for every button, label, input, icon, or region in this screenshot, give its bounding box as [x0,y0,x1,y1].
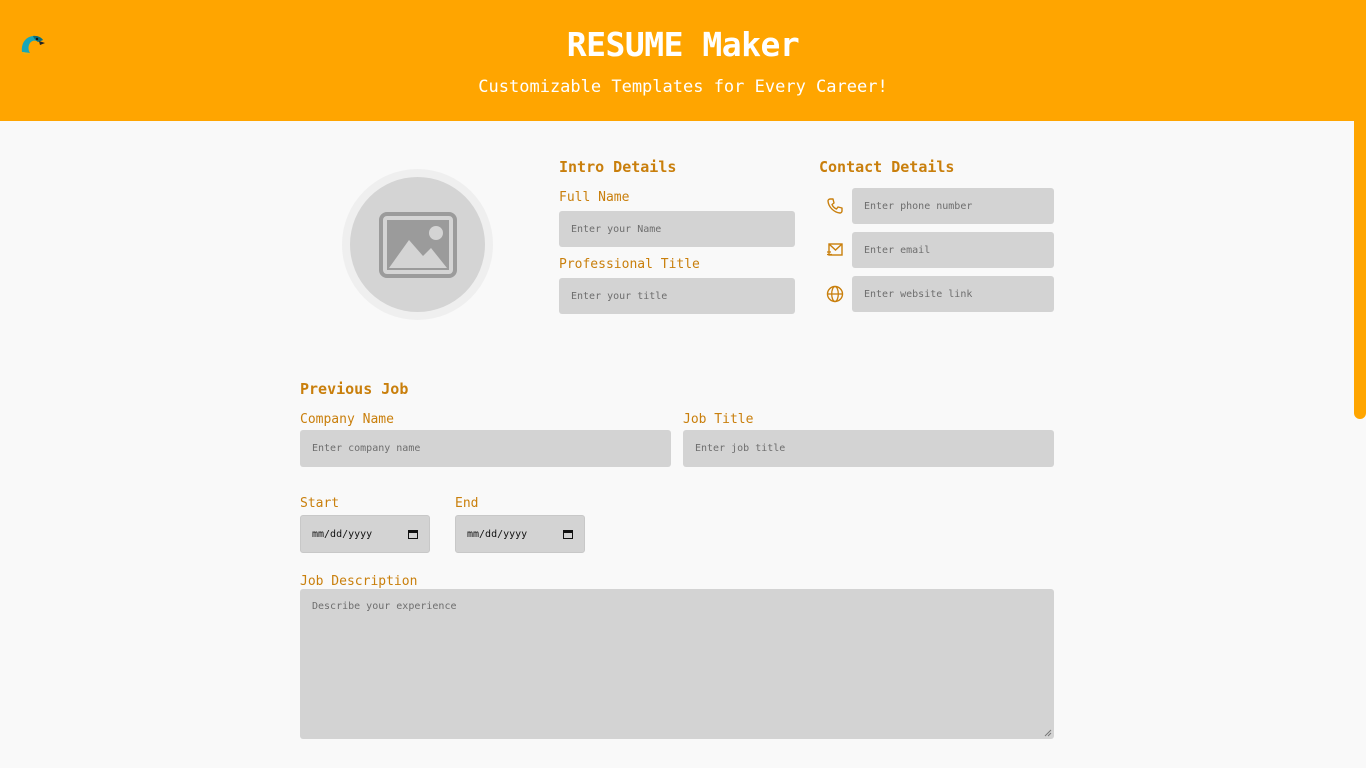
company-name-input[interactable] [300,430,671,467]
avatar-upload[interactable] [350,177,485,312]
full-name-input[interactable] [559,211,795,247]
phone-icon [827,198,843,214]
email-icon [827,243,843,256]
intro-details-title: Intro Details [559,158,677,176]
job-description-textarea[interactable] [300,589,1054,739]
professional-title-label: Professional Title [559,257,700,272]
contact-details-title: Contact Details [819,158,955,176]
website-input[interactable] [852,276,1054,312]
end-date-value: mm/dd/yyyy [467,528,528,540]
image-placeholder-icon [378,211,457,278]
start-date-value: mm/dd/yyyy [312,528,373,540]
end-date-input[interactable]: mm/dd/yyyy [455,515,585,553]
page-subtitle: Customizable Templates for Every Career! [478,77,888,97]
globe-icon [826,285,844,303]
job-title-input[interactable] [683,430,1054,467]
calendar-icon[interactable] [408,529,418,539]
job-description-label: Job Description [300,574,418,589]
professional-title-input[interactable] [559,278,795,314]
start-date-input[interactable]: mm/dd/yyyy [300,515,430,553]
resize-handle-icon[interactable] [1044,729,1052,737]
app-header: RESUME Maker Customizable Templates for … [0,0,1366,121]
scrollbar-thumb[interactable] [1354,0,1366,419]
job-title-label: Job Title [683,412,754,427]
company-name-label: Company Name [300,412,394,427]
page-title: RESUME Maker [566,25,800,64]
phone-input[interactable] [852,188,1054,224]
full-name-label: Full Name [559,190,630,205]
previous-job-title: Previous Job [300,380,409,398]
calendar-icon[interactable] [563,529,573,539]
start-date-label: Start [300,496,340,511]
end-date-label: End [455,496,479,511]
email-input[interactable] [852,232,1054,268]
